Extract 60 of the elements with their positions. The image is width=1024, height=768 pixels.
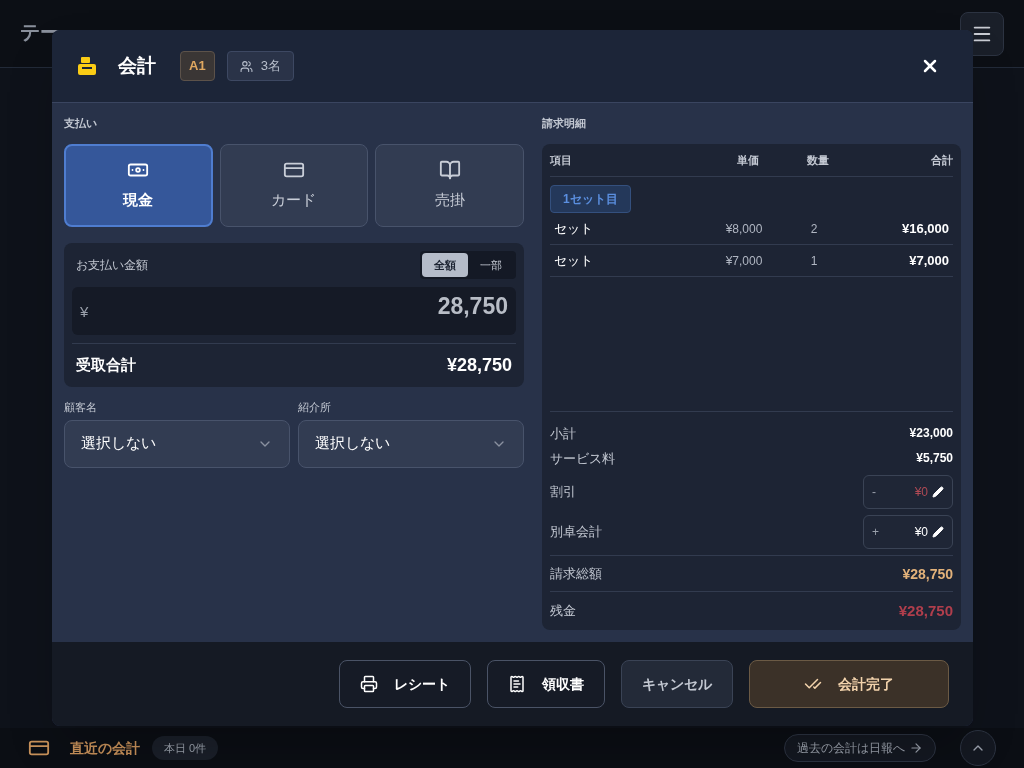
pencil-icon xyxy=(932,525,944,538)
recent-title: 直近の会計 xyxy=(70,738,140,758)
select-field[interactable]: 選択しない xyxy=(64,419,290,468)
currency-sign: ¥ xyxy=(80,302,89,322)
select-field[interactable]: 選択しない xyxy=(298,419,524,468)
dialog-title: 会計 xyxy=(118,53,156,78)
arrow-right-icon xyxy=(909,741,923,755)
adjustment-field[interactable]: + ¥0 xyxy=(863,514,953,549)
item-name: セット xyxy=(554,251,594,270)
item-name: セット xyxy=(554,219,594,238)
amount-value: 28,750 xyxy=(437,292,508,321)
amount-mode-tab[interactable]: 全額 xyxy=(422,252,468,277)
balance-label: 残金 xyxy=(550,602,576,620)
column-header: 項目 xyxy=(550,152,573,168)
cancel-button[interactable]: キャンセル xyxy=(621,660,733,708)
received-label: 受取合計 xyxy=(76,355,136,376)
column-header: 合計 xyxy=(931,152,953,168)
received-value: ¥28,750 xyxy=(446,354,512,377)
quantity: 2 xyxy=(810,220,818,238)
column-header: 単価 xyxy=(737,152,759,168)
adjustment-field[interactable]: - ¥0 xyxy=(863,474,953,509)
select-label: 顧客名 xyxy=(64,400,98,415)
amount-label: お支払い金額 xyxy=(76,256,148,274)
total-label: 請求総額 xyxy=(550,565,602,584)
unit-price: ¥7,000 xyxy=(725,252,763,270)
pencil-icon xyxy=(932,485,944,498)
payment-method-tab[interactable]: 売掛 xyxy=(375,143,524,227)
count-badge: 本日 0件 xyxy=(152,735,219,761)
table-badge: A1 xyxy=(180,51,215,81)
amount-mode-tab[interactable]: 一部 xyxy=(468,252,514,277)
line-total: ¥16,000 xyxy=(902,219,949,238)
receipt-icon xyxy=(508,675,526,693)
quantity: 1 xyxy=(810,252,818,270)
book-icon xyxy=(438,158,461,181)
unit-price: ¥8,000 xyxy=(725,220,763,238)
complete-button[interactable]: 会計完了 xyxy=(749,660,949,708)
total-value: ¥28,750 xyxy=(902,564,953,584)
subtotal-value: ¥23,000 xyxy=(909,424,953,442)
adjustment-label: 割引 xyxy=(550,482,576,501)
amount-input[interactable]: ¥ 28,750 xyxy=(72,287,516,335)
service-label: サービス料 xyxy=(550,450,615,468)
line-total: ¥7,000 xyxy=(909,251,949,270)
adjustment-label: 別卓会計 xyxy=(550,522,602,541)
payment-method-tab[interactable]: カード xyxy=(219,143,369,227)
set-tag: 1セット目 xyxy=(550,185,631,213)
invoice-button[interactable]: 領収書 xyxy=(487,660,605,708)
history-link[interactable]: 過去の会計は日報へ xyxy=(784,734,936,762)
payment-heading: 支払い xyxy=(64,116,98,131)
people-icon xyxy=(239,59,253,73)
receipt-button[interactable]: レシート xyxy=(339,660,471,708)
column-header: 数量 xyxy=(807,152,829,168)
guest-badge: 3名 xyxy=(226,51,294,81)
payment-method-tab[interactable]: 現金 xyxy=(64,143,213,227)
balance-value: ¥28,750 xyxy=(898,600,953,621)
bill-heading: 請求明細 xyxy=(542,116,587,131)
subtotal-label: 小計 xyxy=(550,424,576,443)
printer-icon xyxy=(360,675,378,693)
select-label: 紹介所 xyxy=(298,400,332,415)
cash-register-icon xyxy=(76,56,98,76)
service-value: ¥5,750 xyxy=(916,450,953,467)
